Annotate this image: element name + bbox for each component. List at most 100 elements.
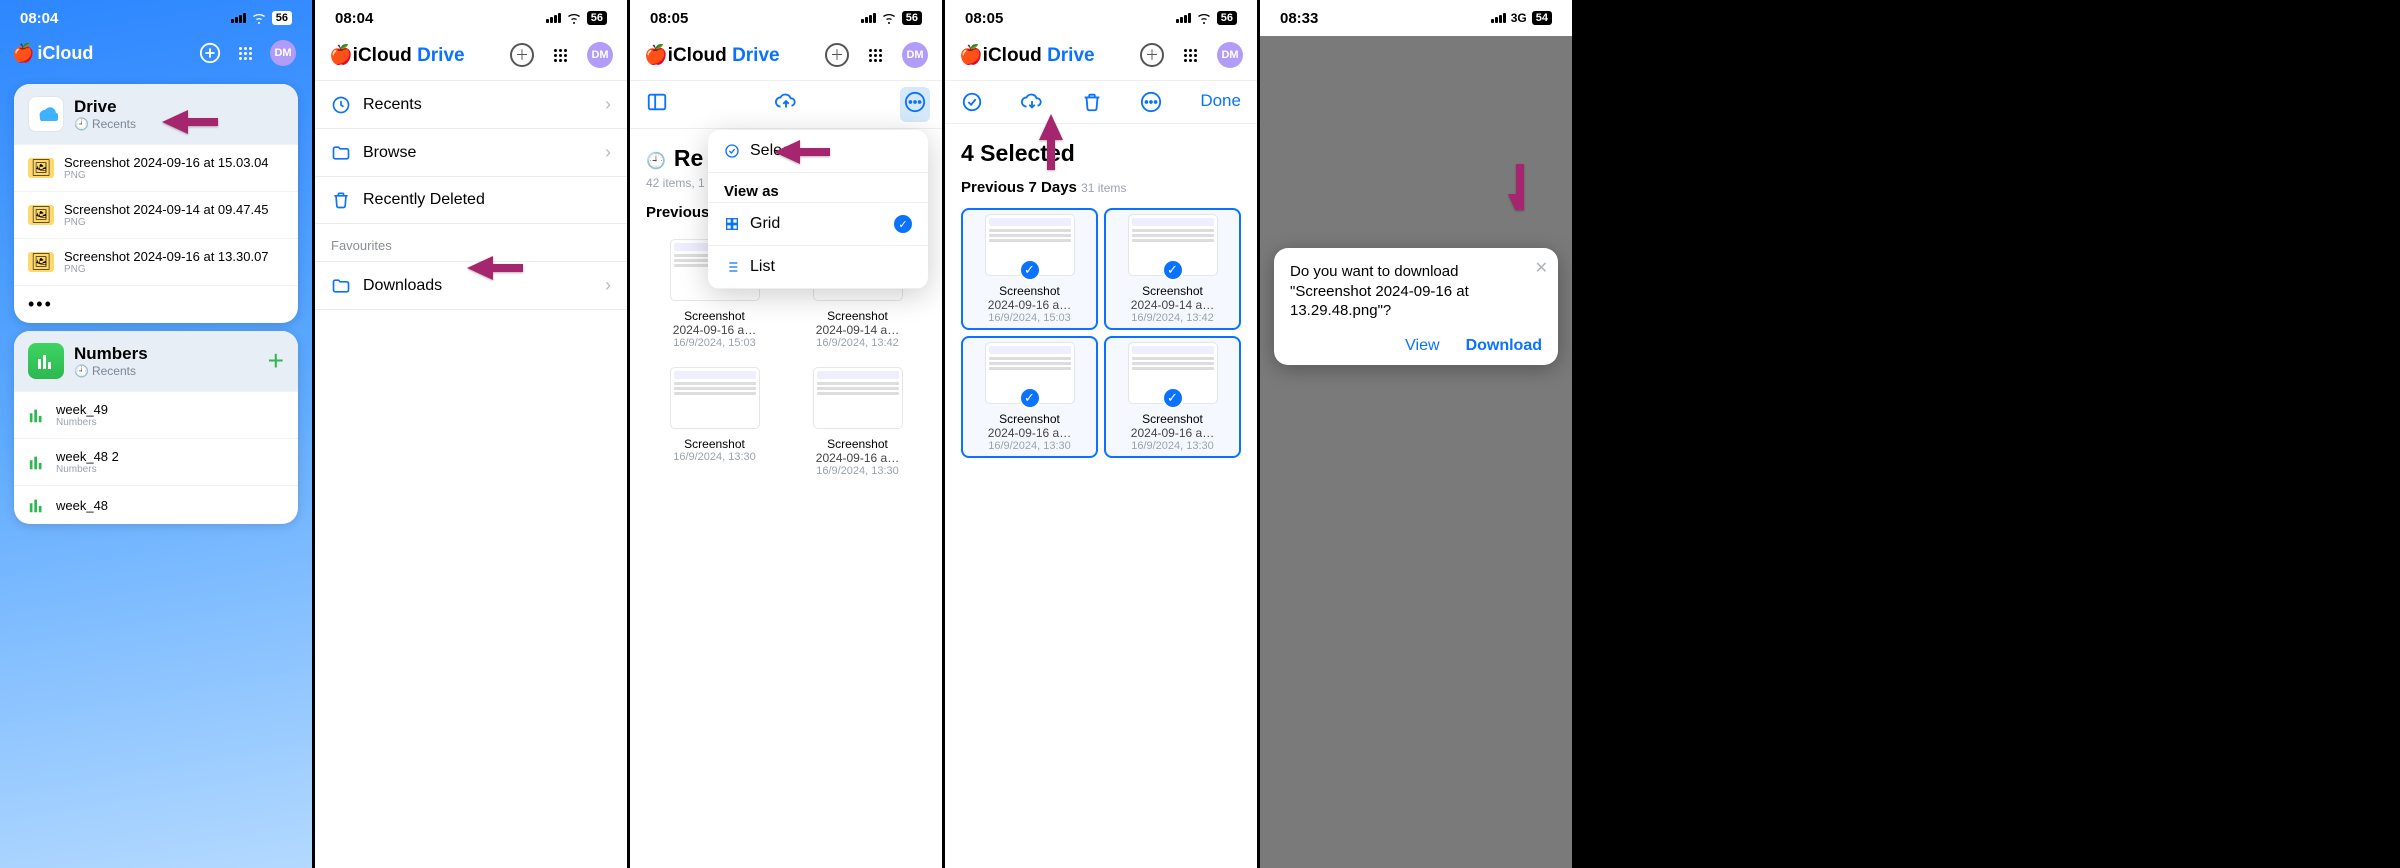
drive-app-icon: [28, 96, 64, 132]
download-icon[interactable]: [1021, 91, 1043, 113]
list-view-option[interactable]: List: [708, 246, 928, 289]
battery-icon: 56: [902, 11, 922, 25]
selected-check-icon: ✓: [1162, 259, 1184, 281]
apps-grid-icon[interactable]: [239, 47, 252, 60]
avatar[interactable]: DM: [902, 42, 928, 68]
tutorial-arrow: [1492, 150, 1524, 215]
file-item-selected[interactable]: ✓Screenshot2024-09-14 a…16/9/2024, 13:42: [1104, 208, 1241, 330]
battery-icon: 56: [587, 11, 607, 25]
image-file-icon: 🖼: [28, 205, 54, 225]
file-row[interactable]: 🖼Screenshot 2024-09-16 at 15.03.04PNG: [14, 144, 298, 191]
selected-check-icon: ✓: [1162, 387, 1184, 409]
file-item[interactable]: Screenshot2024-09-16 a…16/9/2024, 13:30: [789, 361, 926, 483]
add-button[interactable]: ＋: [825, 43, 849, 67]
chevron-right-icon: ›: [605, 275, 611, 296]
signal-icon: [231, 13, 246, 23]
page-title: 🍎iCloud Drive: [959, 43, 1095, 67]
file-item-selected[interactable]: ✓Screenshot2024-09-16 a…16/9/2024, 13:30: [961, 336, 1098, 458]
file-thumbnail: [670, 367, 760, 429]
selected-check-icon: ✓: [1019, 387, 1041, 409]
clock-icon: [331, 95, 351, 115]
nav-browse[interactable]: Browse›: [315, 129, 627, 177]
status-bar: 08:05 56: [630, 0, 942, 30]
grid-view-option[interactable]: Grid✓: [708, 202, 928, 246]
icloud-drive-recents-screen: 08:05 56 🍎iCloud Drive ＋ DM 🕘 Re 42 item…: [630, 0, 945, 868]
file-item-selected[interactable]: ✓Screenshot2024-09-16 a…16/9/2024, 13:30: [1104, 336, 1241, 458]
signal-icon: [546, 13, 561, 23]
file-row[interactable]: 🖼Screenshot 2024-09-14 at 09.47.45PNG: [14, 191, 298, 238]
tutorial-arrow: [465, 252, 525, 289]
battery-icon: 56: [272, 11, 292, 25]
drive-header: 🍎iCloud Drive ＋ DM: [630, 30, 942, 80]
apps-grid-icon[interactable]: [554, 49, 567, 62]
wifi-icon: [881, 12, 897, 24]
toolbar: Done: [945, 80, 1257, 124]
more-dots[interactable]: •••: [14, 285, 298, 323]
chevron-right-icon: ›: [605, 142, 611, 163]
apps-grid-icon[interactable]: [1184, 49, 1197, 62]
dialog-message: Do you want to download "Screenshot 2024…: [1290, 262, 1542, 321]
tutorial-arrow: [772, 136, 832, 173]
apps-grid-icon[interactable]: [869, 49, 882, 62]
file-item[interactable]: Screenshot16/9/2024, 13:30: [646, 361, 783, 483]
wifi-icon: [1196, 12, 1212, 24]
file-row[interactable]: week_48 2Numbers: [14, 438, 298, 485]
avatar[interactable]: DM: [587, 42, 613, 68]
download-button[interactable]: Download: [1466, 337, 1542, 355]
clock-icon: 🕘: [646, 151, 666, 171]
more-button[interactable]: [900, 87, 930, 122]
battery-icon: 56: [1217, 11, 1237, 25]
tutorial-arrow: [160, 106, 220, 143]
plus-icon[interactable]: +: [268, 345, 284, 377]
folder-icon: [331, 276, 351, 296]
status-bar: 08:04 56: [315, 0, 627, 30]
status-bar: 08:04 56: [0, 0, 312, 30]
image-file-icon: 🖼: [28, 252, 54, 272]
file-row[interactable]: week_48: [14, 485, 298, 524]
file-thumbnail: ✓: [1128, 342, 1218, 404]
folder-icon: [331, 143, 351, 163]
numbers-card[interactable]: Numbers 🕘Recents + week_49Numbers week_4…: [14, 331, 298, 524]
status-time: 08:04: [20, 10, 58, 27]
status-time: 08:05: [965, 10, 1003, 27]
add-button[interactable]: ＋: [1140, 43, 1164, 67]
close-icon[interactable]: ✕: [1535, 258, 1548, 278]
signal-icon: [861, 13, 876, 23]
status-time: 08:04: [335, 10, 373, 27]
status-time: 08:05: [650, 10, 688, 27]
add-button[interactable]: ＋: [510, 43, 534, 67]
view-button[interactable]: View: [1405, 337, 1439, 355]
chart-icon: [28, 496, 46, 514]
download-dialog: ✕ Do you want to download "Screenshot 20…: [1274, 248, 1558, 365]
download-dialog-screen: 08:33 3G 54 ✕ Do you want to download "S…: [1260, 0, 1575, 868]
file-thumbnail: ✓: [1128, 214, 1218, 276]
subsection-row: Previous 7 Days 31 items: [945, 171, 1257, 208]
drive-card[interactable]: Drive 🕘Recents 🖼Screenshot 2024-09-16 at…: [14, 84, 298, 323]
file-item-selected[interactable]: ✓Screenshot2024-09-16 a…16/9/2024, 15:03: [961, 208, 1098, 330]
file-grid: ✓Screenshot2024-09-16 a…16/9/2024, 15:03…: [945, 208, 1257, 458]
sidebar-icon[interactable]: [646, 91, 668, 113]
done-button[interactable]: Done: [1200, 91, 1241, 113]
signal-icon: [1491, 13, 1506, 23]
icloud-header: 🍎iCloud DM: [0, 30, 312, 76]
drive-subtitle: 🕘Recents: [74, 117, 136, 131]
status-time: 08:33: [1280, 10, 1318, 27]
file-row[interactable]: week_49Numbers: [14, 391, 298, 438]
file-row[interactable]: 🖼Screenshot 2024-09-16 at 13.30.07PNG: [14, 238, 298, 285]
select-all-icon[interactable]: [961, 91, 983, 113]
nav-recents[interactable]: Recents›: [315, 81, 627, 129]
trash-icon: [331, 190, 351, 210]
add-icon[interactable]: [199, 42, 221, 64]
upload-icon[interactable]: [775, 91, 797, 113]
icloud-drive-selection-screen: 08:05 56 🍎iCloud Drive ＋ DM Done 4 Selec…: [945, 0, 1260, 868]
nav-recently-deleted[interactable]: Recently Deleted: [315, 177, 627, 224]
nav-list: Recents› Browse› Recently Deleted: [315, 80, 627, 224]
page-title: 🍎iCloud Drive: [644, 43, 780, 67]
avatar[interactable]: DM: [270, 40, 296, 66]
status-bar: 08:05 56: [945, 0, 1257, 30]
chart-icon: [28, 406, 46, 424]
more-icon[interactable]: [1140, 91, 1162, 113]
avatar[interactable]: DM: [1217, 42, 1243, 68]
trash-icon[interactable]: [1081, 91, 1103, 113]
drive-title: Drive: [74, 97, 136, 117]
